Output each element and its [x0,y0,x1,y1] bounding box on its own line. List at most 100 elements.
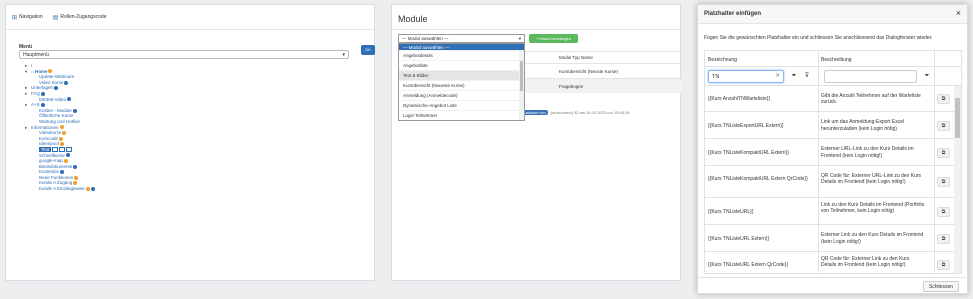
dropdown-option[interactable]: Anmeldung (Anmeldecode) [399,91,524,101]
table-row[interactable]: {{Kurs TNListeKompaktURL Extern QrCode}}… [705,166,961,198]
dialog-title: Platzhalter einfügen [704,11,762,17]
user-icon [64,80,69,85]
add-icon[interactable] [66,147,73,153]
table-row[interactable]: {{Kurs TNListeURL Extern QrCode}} QR Code… [705,252,961,273]
dropdown-option[interactable]: Login Teilnehmer [399,111,524,120]
module-panel: Module — Modul auswählen — ▾ + Modul hin… [391,4,682,281]
table-row[interactable]: Kursübersicht (Neuste Kurse) [525,63,682,78]
navigation-panel: ⊞ Navigation ▤ Rollen-Zugangscode Menü H… [5,4,375,281]
divider [698,277,967,278]
copy-icon[interactable]: ⧉ [937,206,950,217]
tree-item-label: Videokurse [39,130,62,136]
chevron-down-icon: ▾ [342,52,345,58]
copy-icon[interactable]: ⧉ [937,94,950,104]
filter-icon[interactable]: ⏷ [922,71,932,82]
close-icon[interactable]: × [956,8,961,18]
tree-item-label: Video Kurse [39,79,64,85]
ok-button[interactable]: OK [361,45,375,55]
clear-icon[interactable]: ✕ [775,73,780,79]
placeholder-description: QR Code für: Externer URL-Link zu den Ku… [821,172,922,185]
dropdown-option[interactable]: Dynamische-Angebot Liste [399,101,524,111]
table-header: Modul Typ Name [525,51,682,63]
placeholder-table: Bezeichnung Beschreibung TN ✕ ⏷ ⊽ ⏷ {{Ku… [704,50,962,274]
table-row[interactable]: {{Kurs AnzahlTNWarteliste}} Gibt die Anza… [705,86,961,112]
dialog-instruction: Fügen Sie die gewünschten Platzhalter ei… [704,35,933,41]
tree-item-label: Update-Webinare [39,74,75,80]
module-dropdown-list[interactable]: — Modul auswählen — Angebotdetails Angebot… [398,43,525,121]
module-select[interactable]: — Modul auswählen — ▾ [398,34,525,43]
table-header: Bezeichnung Beschreibung [705,51,961,67]
dropdown-option[interactable]: Text & Bilder [399,71,524,81]
page-title: Module [398,14,428,24]
tree-item-label: Unterlagen [31,85,54,91]
rss-icon [62,130,67,135]
description-filter-input[interactable] [824,70,917,83]
tree-item-label: Kosten - Module [39,107,72,113]
rss-icon [59,142,64,147]
table-row[interactable]: Fragebogen [525,78,682,93]
table-row[interactable]: {{Kurs TNListeURL}} Link zu den Kurs Deta… [705,198,961,225]
table-row[interactable]: {{Kurs TNListeExportURL Extern}} Link um … [705,112,961,139]
copy-icon[interactable]: ⧉ [937,233,950,244]
name-filter-input[interactable]: TN ✕ [708,70,784,83]
update-info: aktualisiert von (anno.kaezl) 32 am 16.1… [517,110,630,115]
tree-item-label: A+S [31,102,40,108]
tab-navigation[interactable]: ⊞ Navigation [12,14,43,21]
rss-icon [59,136,64,141]
module-table: Modul Typ Name Kursübersicht (Neuste Kur… [525,51,682,93]
tree-item-label: Basisdokumente [39,163,73,169]
placeholder-description: Link um das Anmeldung-Export Excel herun… [821,119,905,132]
tree-item-label: Kurscode [39,135,59,141]
tree-item-label: Home [34,68,48,74]
tree-item-label: Kunde A Zugang [39,180,73,186]
tab-rollen-zugangscode[interactable]: ▤ Rollen-Zugangscode [53,14,107,21]
dropdown-option[interactable]: Angebotdetails [399,51,524,61]
filter-clear-icon[interactable]: ⊽ [802,71,812,82]
user-icon [54,86,59,91]
placeholder-dialog: Platzhalter einfügen × Fügen Sie die gew… [697,4,968,294]
dropdown-option[interactable]: Kursübersicht (Neueste Kurse) [399,81,524,91]
tree-item-label: Neue Funktionen [39,174,74,180]
divider [392,29,680,30]
rss-icon [59,125,64,130]
copy-icon[interactable]: ⧉ [937,147,950,158]
placeholder-name: {{Kurs TNListeKompaktURL Extern QrCode}} [708,176,808,182]
rss-icon [73,181,78,186]
dialog-header: Platzhalter einfügen × [698,5,967,24]
user-icon [73,164,78,169]
scrollbar[interactable] [519,51,524,120]
placeholder-description: Externer Link zu den Kurs Details im Fro… [821,232,924,245]
tree-item[interactable]: Kunde A Einstiegsseite [25,186,95,192]
tree-item-label: Kostenlos [39,169,59,175]
user-icon [65,153,70,158]
table-row[interactable]: {{Kurs TNListeKompaktURL Extern}} Externe… [705,139,961,166]
menu-select[interactable]: Hauptmenü ▾ [19,50,349,59]
close-button[interactable]: Schliessen [923,281,959,292]
chevron-down-icon: ▾ [518,36,521,41]
delete-icon[interactable] [59,147,66,153]
add-module-button[interactable]: + Modul hinzufügen [529,34,578,43]
tree-item-label: Ideenpool [39,141,59,147]
table-row[interactable]: {{Kurs TNListeURL Extern}} Externer Link … [705,225,961,252]
copy-icon[interactable]: ⧉ [937,120,950,131]
tree-item-label: Kunde A Einstiegsseite [39,186,85,192]
edit-icon[interactable] [52,147,59,153]
user-icon [72,108,77,113]
rss-icon [85,186,90,191]
rss-icon [48,69,53,74]
dropdown-option[interactable]: — Modul auswählen — [399,44,524,51]
placeholder-description: Gibt die Anzahl Teilnehmer auf der Warte… [821,92,921,105]
rss-icon [63,158,68,163]
copy-icon[interactable]: ⧉ [937,177,950,187]
scrollbar[interactable] [954,86,961,273]
user-icon [90,186,95,191]
filter-icon[interactable]: ⏷ [789,71,799,82]
dropdown-option[interactable]: Angebotliste [399,61,524,71]
placeholder-name: {{Kurs AnzahlTNWarteliste}} [708,96,771,102]
tree-item-label: google-map [39,158,63,164]
tree-item-label: Schnellkurse [39,152,65,158]
copy-icon[interactable]: ⧉ [937,260,950,270]
user-icon [59,170,64,175]
file-icon: ▤ [52,14,59,21]
user-icon [41,91,46,96]
